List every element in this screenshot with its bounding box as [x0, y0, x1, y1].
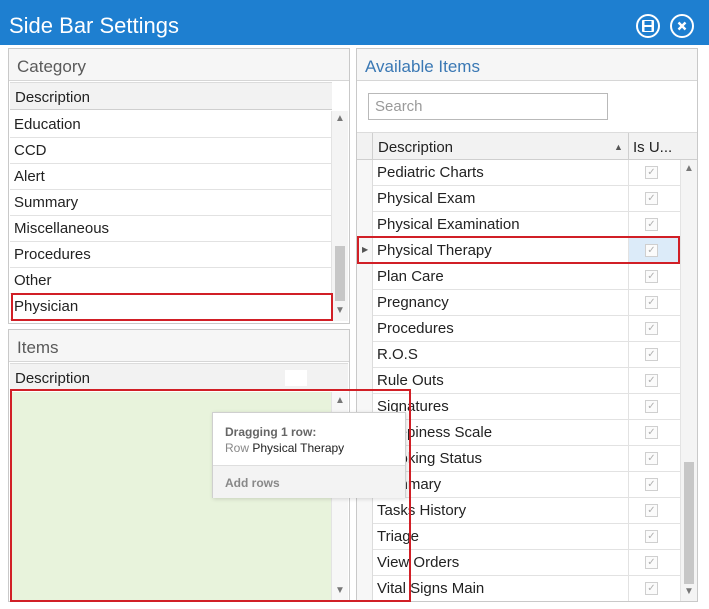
category-panel: Category Description Education CCD Alert… [8, 48, 350, 324]
scroll-down-icon[interactable]: ▼ [335, 305, 345, 316]
category-row-selected[interactable]: Physician [10, 294, 332, 320]
category-row[interactable]: Alert [10, 164, 332, 190]
isused-checkbox[interactable]: ✓ [645, 400, 658, 413]
isused-checkbox[interactable]: ✓ [645, 504, 658, 517]
window-title: Side Bar Settings [9, 13, 179, 38]
category-row[interactable]: Summary [10, 190, 332, 216]
category-grid-header: Description [10, 82, 332, 110]
search-input[interactable] [368, 93, 608, 120]
available-row[interactable]: Procedures [373, 316, 680, 342]
category-row[interactable]: Procedures [10, 242, 332, 268]
isused-checkbox[interactable]: ✓ [645, 192, 658, 205]
available-scrollbar[interactable]: ▲ ▼ [680, 160, 697, 601]
drag-tooltip-row-name: Physical Therapy [252, 441, 345, 455]
isused-checkbox[interactable]: ✓ [645, 296, 658, 309]
isused-checkbox[interactable]: ✓ [645, 166, 658, 179]
scroll-up-icon[interactable]: ▲ [335, 113, 345, 124]
available-row[interactable]: R.O.S [373, 342, 680, 368]
available-row[interactable]: Sleepiness Scale [373, 420, 680, 446]
scroll-up-icon[interactable]: ▲ [335, 395, 345, 406]
close-icon [677, 21, 687, 31]
sort-ascending-icon[interactable]: ▲ [614, 142, 623, 152]
available-items-title: Available Items [365, 57, 480, 76]
available-row[interactable]: Smoking Status [373, 446, 680, 472]
isused-checkbox[interactable]: ✓ [645, 322, 658, 335]
drag-tooltip-action: Add rows [225, 476, 280, 490]
available-items-header: Available Items [357, 49, 697, 81]
save-button[interactable] [636, 14, 660, 38]
drag-tooltip: Dragging 1 row: Row Physical Therapy Add… [212, 412, 406, 498]
isused-checkbox[interactable]: ✓ [645, 374, 658, 387]
isused-checkbox[interactable]: ✓ [645, 218, 658, 231]
available-row[interactable]: Plan Care [373, 264, 680, 290]
items-title: Items [17, 338, 59, 357]
available-row[interactable]: Signatures [373, 394, 680, 420]
drag-tooltip-row: Row Physical Therapy [225, 441, 344, 455]
category-column-description[interactable]: Description [15, 89, 90, 106]
close-button[interactable] [670, 14, 694, 38]
row-indicator-column [357, 160, 373, 601]
items-grid-header: Description [10, 363, 348, 391]
isused-checkbox[interactable]: ✓ [645, 530, 658, 543]
category-panel-header: Category [9, 49, 349, 81]
isused-checkbox[interactable]: ✓ [645, 478, 658, 491]
isused-checkbox[interactable]: ✓ [645, 556, 658, 569]
available-column-description[interactable]: Description [378, 139, 453, 156]
available-row[interactable]: Pregnancy [373, 290, 680, 316]
category-row[interactable]: Other [10, 268, 332, 294]
isused-checkbox[interactable]: ✓ [645, 582, 658, 595]
drag-tooltip-row-prefix: Row [225, 441, 250, 455]
drag-tooltip-footer: Add rows [213, 465, 405, 498]
available-rows: Pediatric Charts Physical Exam Physical … [373, 160, 680, 601]
available-scroll-thumb[interactable] [684, 462, 694, 584]
available-row[interactable]: Rule Outs [373, 368, 680, 394]
current-row-arrow-icon: ▶ [362, 245, 369, 254]
isused-checkbox[interactable]: ✓ [645, 348, 658, 361]
available-row[interactable]: View Orders [373, 550, 680, 576]
scroll-down-icon[interactable]: ▼ [335, 585, 345, 596]
isused-checkbox[interactable]: ✓ [645, 452, 658, 465]
available-row[interactable]: Triage [373, 524, 680, 550]
category-scroll-thumb[interactable] [335, 246, 345, 301]
save-icon [642, 20, 654, 32]
scroll-down-icon[interactable]: ▼ [684, 586, 694, 597]
available-row[interactable]: Physical Examination [373, 212, 680, 238]
available-row[interactable]: Pediatric Charts [373, 160, 680, 186]
items-column-description[interactable]: Description [15, 370, 90, 387]
isused-checkbox[interactable]: ✓ [645, 426, 658, 439]
available-row[interactable]: Tasks History [373, 498, 680, 524]
items-panel-header: Items [9, 330, 349, 362]
category-row[interactable]: Education [10, 112, 332, 138]
title-bar: Side Bar Settings [0, 0, 709, 45]
category-row[interactable]: Miscellaneous [10, 216, 332, 242]
category-title: Category [17, 57, 86, 76]
available-column-isused[interactable]: Is U... [633, 139, 672, 156]
column-divider [628, 133, 629, 161]
category-scrollbar[interactable]: ▲ ▼ [331, 111, 348, 321]
available-row[interactable]: Vital Signs Main [373, 576, 680, 601]
category-row[interactable]: CCD [10, 138, 332, 164]
scroll-up-icon[interactable]: ▲ [684, 163, 694, 174]
available-row[interactable]: Physical Exam [373, 186, 680, 212]
category-list: Education CCD Alert Summary Miscellaneou… [10, 111, 332, 321]
items-header-blank [285, 370, 307, 386]
available-grid-header: Description ▲ Is U... [357, 132, 697, 161]
available-row[interactable]: Summary [373, 472, 680, 498]
column-divider [372, 133, 373, 161]
isused-checkbox[interactable]: ✓ [645, 270, 658, 283]
isused-checkbox[interactable]: ✓ [645, 244, 658, 257]
drag-tooltip-title: Dragging 1 row: [225, 425, 317, 439]
